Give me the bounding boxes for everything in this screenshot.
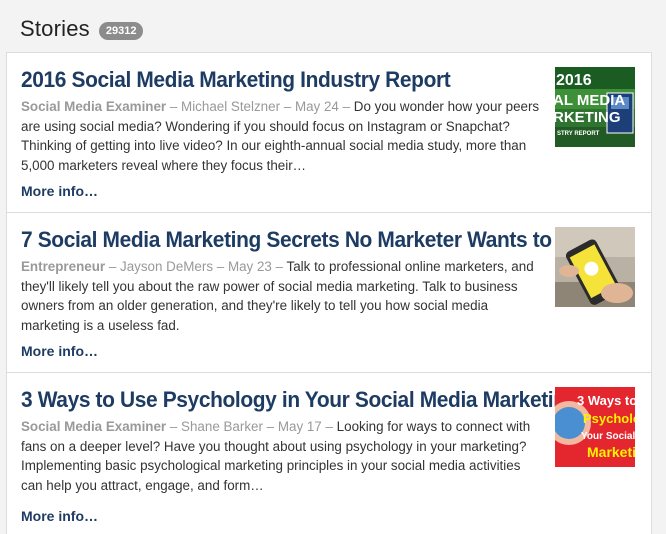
image-text-3: Your Social M <box>581 431 635 442</box>
cover-text-4: STRY REPORT <box>557 131 600 137</box>
story-author: Michael Stelzner <box>181 99 281 114</box>
cover-text-1: 2016 <box>556 72 592 89</box>
more-info-link[interactable]: More info… <box>21 343 98 359</box>
story-date: May 17 <box>277 419 322 434</box>
stories-count-badge: 29312 <box>98 21 144 40</box>
story-thumbnail[interactable]: 3 Ways to Psycholo Your Social M Marketi <box>555 387 635 467</box>
story-item: 7 Social Media Marketing Secrets No Mark… <box>7 213 651 373</box>
story-thumbnail[interactable] <box>555 227 635 307</box>
image-text-4: Marketi <box>587 444 635 460</box>
story-source: Social Media Examiner <box>21 419 167 434</box>
story-date: May 23 <box>227 259 272 274</box>
report-cover-image: 2016 AL MEDIA RKETING STRY REPORT <box>555 67 635 147</box>
story-meta: Entrepreneur – Jayson DeMers – May 23 – <box>21 259 287 274</box>
psychology-article-image: 3 Ways to Psycholo Your Social M Marketi <box>555 387 635 467</box>
story-title-link[interactable]: 2016 Social Media Marketing Industry Rep… <box>21 67 451 93</box>
image-text-1: 3 Ways to <box>577 393 635 408</box>
story-item: 3 Ways to Use Psychology in Your Social … <box>7 373 651 534</box>
story-title-link[interactable]: 3 Ways to Use Psychology in Your Social … <box>21 387 578 413</box>
page-title: Stories <box>20 16 90 41</box>
image-text-2: Psycholo <box>583 411 635 426</box>
story-thumbnail[interactable]: 2016 AL MEDIA RKETING STRY REPORT <box>555 67 635 147</box>
story-summary: Social Media Examiner – Michael Stelzner… <box>21 97 541 175</box>
stories-header: Stories 29312 <box>20 14 144 44</box>
story-source: Social Media Examiner <box>21 99 167 114</box>
more-info-link[interactable]: More info… <box>21 183 98 199</box>
stories-list: 2016 Social Media Marketing Industry Rep… <box>6 52 652 534</box>
more-info-link[interactable]: More info… <box>21 508 98 524</box>
story-item: 2016 Social Media Marketing Industry Rep… <box>7 53 651 213</box>
story-meta: Social Media Examiner – Michael Stelzner… <box>21 99 354 114</box>
phone-photo-image <box>555 227 635 307</box>
story-summary: Social Media Examiner – Shane Barker – M… <box>21 417 541 495</box>
story-title-link[interactable]: 7 Social Media Marketing Secrets No Mark… <box>21 227 614 253</box>
cover-text-3: RKETING <box>555 109 621 126</box>
story-summary: Entrepreneur – Jayson DeMers – May 23 – … <box>21 257 541 335</box>
story-meta: Social Media Examiner – Shane Barker – M… <box>21 419 337 434</box>
story-source: Entrepreneur <box>21 259 106 274</box>
cover-text-2: AL MEDIA <box>555 92 625 109</box>
story-author: Shane Barker <box>181 419 263 434</box>
story-date: May 24 <box>294 99 339 114</box>
story-author: Jayson DeMers <box>120 259 214 274</box>
